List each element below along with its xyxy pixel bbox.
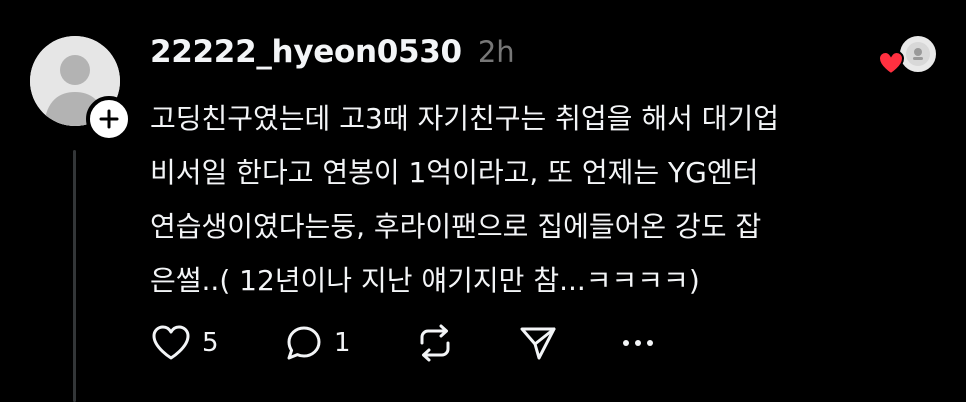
liker-profile-icon <box>906 42 930 66</box>
post-body-line: 비서일 한다고 연봉이 1억이라고, 또 언제는 YG엔터 <box>150 156 759 189</box>
thread-post: 22222_hyeon0530 2h 고딩친구였는데 고3때 자기친구는 취업을… <box>0 0 966 402</box>
reply-button[interactable]: 1 <box>284 320 351 366</box>
liker-avatars[interactable] <box>876 34 938 78</box>
like-button[interactable]: 5 <box>150 320 219 366</box>
post-body-line: 은썰..( 12년이나 지난 얘기지만 참...ㅋㅋㅋㅋ) <box>150 264 700 297</box>
heart-outline-icon <box>152 325 190 360</box>
heart-filled-icon <box>876 48 906 78</box>
post-actions: 5 1 <box>150 320 670 366</box>
post-body-line: 연습생이였다는둥, 후라이팬으로 집에들어온 강도 잡 <box>150 210 762 243</box>
plus-icon <box>99 109 119 129</box>
more-options-button[interactable] <box>618 320 658 366</box>
post-header: 22222_hyeon0530 2h <box>150 34 515 70</box>
post-body-line: 고딩친구였는데 고3때 자기친구는 취업을 해서 대기업 <box>150 102 780 135</box>
share-button[interactable] <box>518 320 558 366</box>
reply-count: 1 <box>334 328 351 358</box>
repost-button[interactable] <box>414 320 456 366</box>
more-horizontal-icon <box>623 340 653 346</box>
like-count: 5 <box>202 328 219 358</box>
post-body: 고딩친구였는데 고3때 자기친구는 취업을 해서 대기업 비서일 한다고 연봉이… <box>150 92 940 308</box>
follow-button[interactable] <box>86 96 132 142</box>
username-link[interactable]: 22222_hyeon0530 <box>150 34 462 70</box>
repost-icon <box>420 324 450 362</box>
comment-icon <box>287 326 321 360</box>
post-timestamp: 2h <box>477 35 515 69</box>
thread-connector-line <box>73 150 76 402</box>
send-icon <box>520 327 556 360</box>
